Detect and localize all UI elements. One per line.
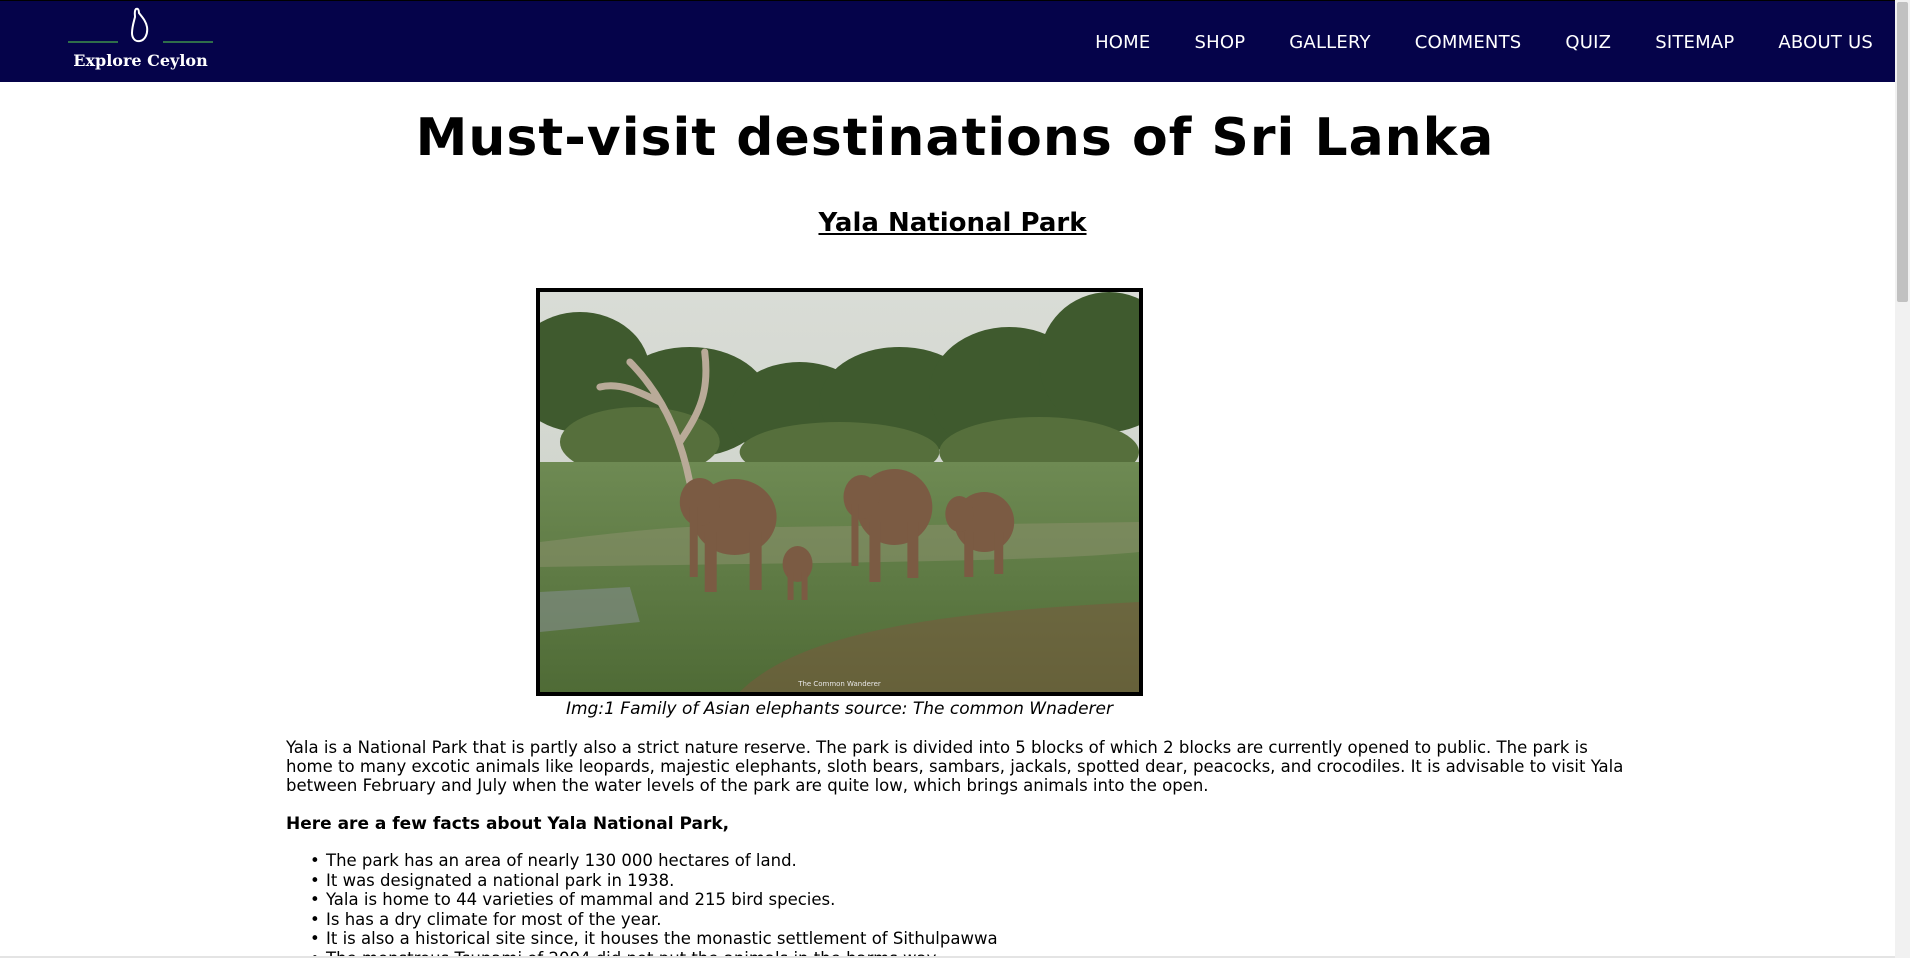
list-item: Yala is home to 44 varieties of mammal a… xyxy=(310,890,1310,910)
photo-watermark: The Common Wanderer xyxy=(797,680,881,688)
nav-quiz[interactable]: QUIZ xyxy=(1565,32,1611,53)
nav-about-us[interactable]: ABOUT US xyxy=(1778,32,1873,53)
intro-paragraph: Yala is a National Park that is partly a… xyxy=(286,738,1624,795)
image-caption: Img:1 Family of Asian elephants source: … xyxy=(565,699,1113,719)
elephants-image: The Common Wanderer xyxy=(540,292,1139,692)
list-item: It is also a historical site since, it h… xyxy=(310,929,1310,949)
nav-comments[interactable]: COMMENTS xyxy=(1415,32,1522,53)
facts-list: The park has an area of nearly 130 000 h… xyxy=(310,851,1310,958)
main-nav: HOME SHOP GALLERY COMMENTS QUIZ SITEMAP … xyxy=(1051,1,1873,83)
nav-home[interactable]: HOME xyxy=(1095,32,1150,53)
page-title: Must-visit destinations of Sri Lanka xyxy=(415,108,1495,168)
nav-shop[interactable]: SHOP xyxy=(1194,32,1245,53)
scrollbar-thumb[interactable] xyxy=(1897,2,1908,302)
facts-heading: Here are a few facts about Yala National… xyxy=(286,814,730,834)
sri-lanka-island-icon xyxy=(130,7,149,43)
navbar: Explore Ceylon HOME SHOP GALLERY COMMENT… xyxy=(0,0,1895,82)
section-title: Yala National Park xyxy=(0,208,1905,238)
list-item: The park has an area of nearly 130 000 h… xyxy=(310,851,1310,871)
list-item: Is has a dry climate for most of the yea… xyxy=(310,910,1310,930)
nav-gallery[interactable]: GALLERY xyxy=(1289,32,1370,53)
nav-sitemap[interactable]: SITEMAP xyxy=(1655,32,1734,53)
elephants-photo: The Common Wanderer xyxy=(536,288,1143,696)
brand-name: Explore Ceylon xyxy=(73,51,208,70)
list-item: It was designated a national park in 193… xyxy=(310,871,1310,891)
vertical-scrollbar[interactable] xyxy=(1895,0,1910,958)
section-title-text: Yala National Park xyxy=(818,208,1087,238)
brand-logo[interactable]: Explore Ceylon xyxy=(68,7,213,75)
